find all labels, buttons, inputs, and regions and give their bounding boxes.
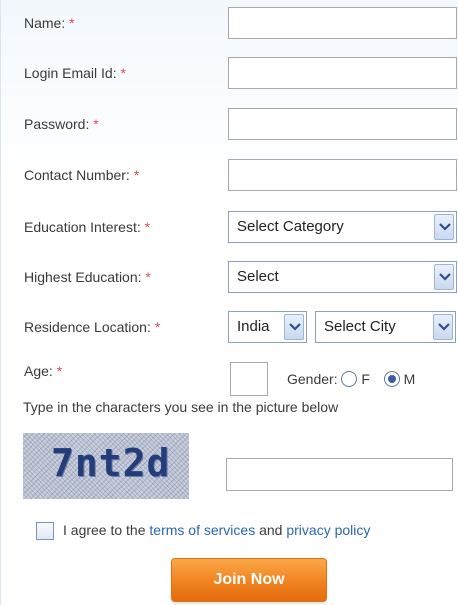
city-value: Select City (324, 318, 396, 335)
password-row: Password: * (1, 104, 458, 144)
agree-and: and (259, 522, 283, 538)
name-row: Name: * (1, 3, 458, 43)
highest-education-row: Highest Education: * Select (1, 257, 458, 297)
age-gender-row: Age: * Gender: F M (1, 359, 458, 399)
residence-row: Residence Location: * India Select City (1, 307, 458, 347)
required-mark: * (120, 65, 126, 81)
education-interest-value: Select Category (237, 218, 344, 235)
privacy-link[interactable]: privacy policy (286, 522, 370, 538)
gender-label: Gender: (287, 371, 338, 387)
password-input[interactable] (228, 108, 457, 140)
agree-text: I agree to the terms of services and pri… (63, 522, 370, 538)
required-mark: * (154, 319, 161, 335)
gender-m-label: M (403, 371, 416, 387)
highest-education-label: Highest Education: * (24, 269, 151, 285)
contact-row: Contact Number: * (1, 155, 458, 195)
email-label: Login Email Id: * (24, 65, 126, 81)
gender-m-radio[interactable] (383, 371, 400, 387)
contact-label: Contact Number: * (24, 167, 140, 183)
required-mark: * (93, 116, 99, 132)
education-interest-select[interactable]: Select Category (228, 211, 457, 243)
gender-f-radio[interactable] (341, 371, 358, 387)
gender-group: Gender: F M (287, 371, 415, 387)
password-label: Password: * (24, 116, 99, 132)
age-label: Age: * (24, 363, 63, 379)
highest-education-value: Select (237, 268, 279, 285)
join-now-button[interactable]: Join Now (171, 558, 327, 602)
city-select[interactable]: Select City (315, 311, 456, 343)
email-input[interactable] (228, 57, 457, 89)
chevron-down-icon[interactable] (434, 214, 454, 240)
name-label: Name: * (24, 15, 75, 31)
captcha-image: 7nt2d (23, 433, 189, 499)
highest-education-select[interactable]: Select (228, 261, 457, 293)
required-mark: * (56, 363, 63, 379)
chevron-down-icon[interactable] (433, 314, 453, 340)
gender-f-label: F (361, 371, 370, 387)
education-interest-label: Education Interest: * (24, 219, 151, 235)
agree-prefix: I agree to the (63, 522, 146, 538)
required-mark: * (69, 15, 75, 31)
email-row: Login Email Id: * (1, 53, 458, 93)
captcha-image-text: 7nt2d (51, 441, 171, 485)
country-select[interactable]: India (228, 311, 307, 343)
age-input[interactable] (230, 362, 268, 396)
captcha-instruction: Type in the characters you see in the pi… (23, 399, 339, 415)
terms-link[interactable]: terms of services (149, 522, 255, 538)
chevron-down-icon[interactable] (434, 264, 454, 290)
agree-checkbox[interactable] (36, 522, 54, 540)
required-mark: * (145, 269, 151, 285)
captcha-input[interactable] (226, 458, 453, 491)
residence-label: Residence Location: * (24, 319, 161, 335)
required-mark: * (144, 219, 151, 235)
contact-input[interactable] (228, 159, 457, 191)
country-value: India (237, 318, 270, 335)
registration-panel: Name: * Login Email Id: * Password: * Co… (0, 0, 458, 605)
name-input[interactable] (228, 7, 457, 39)
education-interest-row: Education Interest: * Select Category (1, 207, 458, 247)
chevron-down-icon[interactable] (284, 314, 304, 340)
required-mark: * (133, 167, 140, 183)
